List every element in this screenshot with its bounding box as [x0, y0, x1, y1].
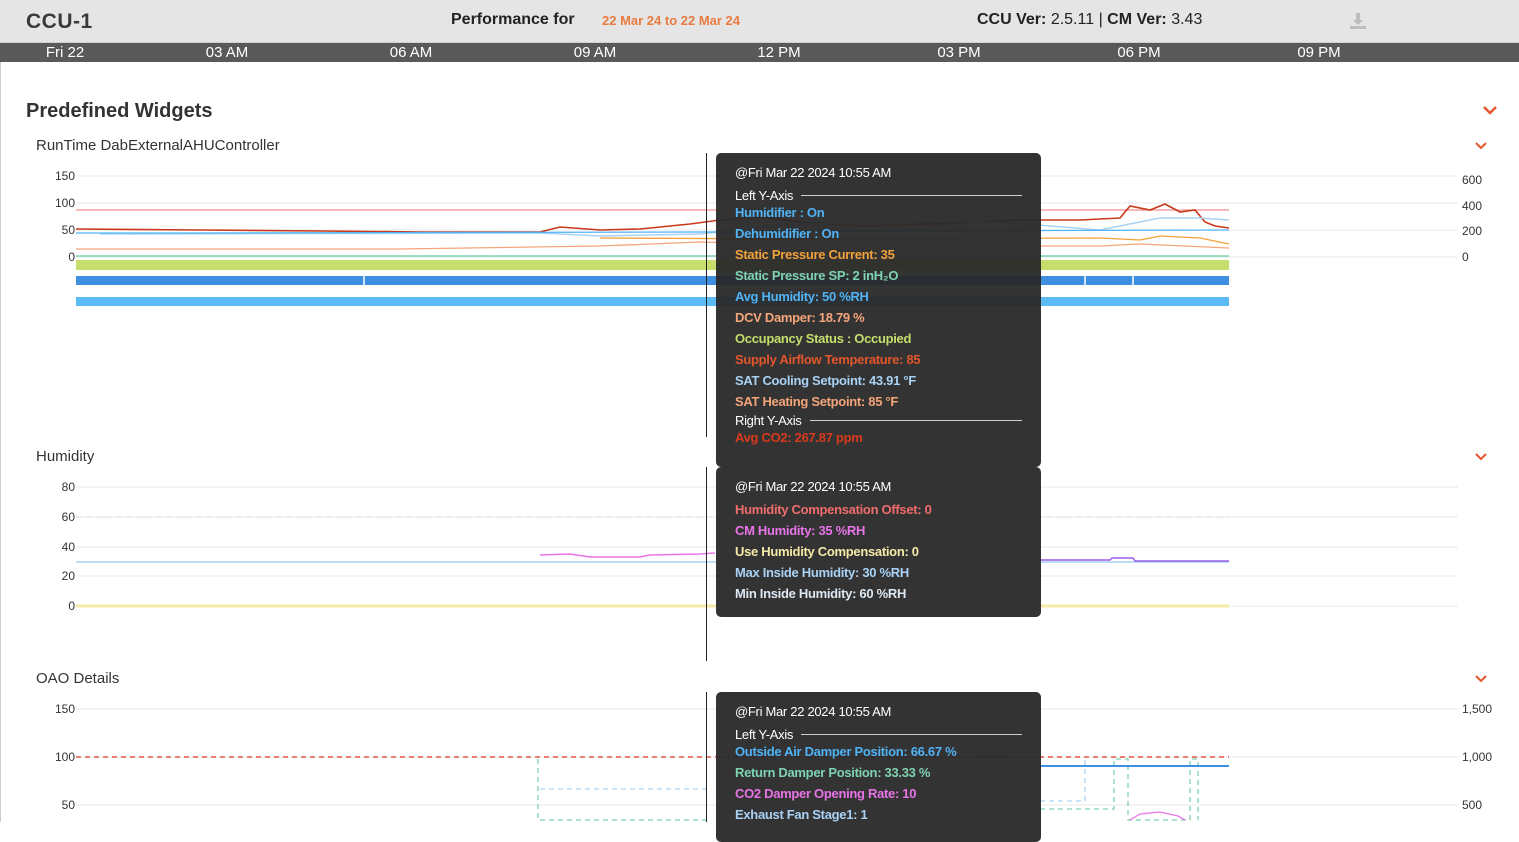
y-tick-left: 80	[62, 480, 76, 494]
y-tick-right: 0	[1462, 250, 1469, 264]
tooltip-row: Outside Air Damper Position: 66.67 %	[735, 744, 957, 759]
y-tick-right: 200	[1462, 224, 1482, 238]
section-title: Predefined Widgets	[26, 100, 213, 122]
y-tick-left: 20	[62, 569, 76, 583]
y-tick-right: 500	[1462, 798, 1482, 812]
return-damper-line-2	[1040, 758, 1199, 821]
y-tick-left: 0	[68, 599, 75, 613]
timeline-tick: 09 AM	[573, 44, 617, 61]
co2-damper-rate-line	[1129, 811, 1186, 821]
tooltip-row: DCV Damper: 18.79 %	[735, 310, 865, 325]
tooltip-row: Humidity Compensation Offset: 0	[735, 502, 932, 517]
timeline-tick: 06 PM	[1117, 44, 1161, 61]
tooltip-row: Return Damper Position: 33.33 %	[735, 765, 931, 780]
tooltip-row: Occupancy Status : Occupied	[735, 331, 912, 346]
version-info: CCU Ver: 2.5.11 | CM Ver: 3.43	[977, 11, 1202, 29]
cm-ver-value: 3.43	[1171, 11, 1203, 28]
tooltip-axis-label: Right Y-Axis	[735, 413, 802, 428]
tooltip-row: SAT Heating Setpoint: 85 °F	[735, 394, 898, 409]
cm-ver-label: CM Ver:	[1107, 11, 1167, 28]
tooltip-time: @Fri Mar 22 2024 10:55 AM	[735, 704, 891, 719]
y-tick-left: 0	[68, 250, 75, 264]
y-tick-left: 40	[62, 540, 76, 554]
timeline-tick: 09 PM	[1297, 44, 1341, 61]
tooltip-row: SAT Cooling Setpoint: 43.91 °F	[735, 373, 916, 388]
timeline-tick: 06 AM	[389, 44, 433, 61]
tooltip-row: Humidifier : On	[735, 205, 825, 220]
y-tick-right: 1,500	[1462, 702, 1492, 716]
tooltip-oao: @Fri Mar 22 2024 10:55 AM Left Y-Axis Ou…	[716, 692, 1041, 842]
tooltip-row: Min Inside Humidity: 60 %RH	[735, 586, 907, 601]
y-tick-right: 600	[1462, 173, 1482, 187]
occupancy-band	[76, 260, 1229, 270]
y-tick-left: 150	[55, 702, 75, 716]
tooltip-row: Supply Airflow Temperature: 85	[735, 352, 921, 367]
tooltip-axis-label: Left Y-Axis	[735, 188, 794, 203]
tooltip-runtime: @Fri Mar 22 2024 10:55 AM Left Y-Axis Hu…	[716, 153, 1041, 467]
download-icon[interactable]	[1348, 11, 1368, 31]
y-tick-left: 50	[62, 798, 76, 812]
tooltip-axis-header: Left Y-Axis	[735, 727, 1022, 742]
cm-humidity-line-2	[1040, 557, 1229, 562]
dcv-damper-line	[76, 241, 1230, 250]
timeline-tick: Fri 22	[45, 44, 85, 61]
y-tick-left: 60	[62, 510, 76, 524]
hover-cursor-line	[706, 153, 707, 437]
hover-cursor-line	[706, 692, 707, 822]
y-tick-right: 400	[1462, 199, 1482, 213]
tooltip-row: CM Humidity: 35 %RH	[735, 523, 866, 538]
ver-separator: |	[1098, 11, 1103, 28]
chevron-down-icon[interactable]	[1475, 674, 1487, 683]
dehumidifier-band	[76, 297, 1229, 306]
timeline-tick: 03 PM	[937, 44, 981, 61]
timeline-bar: Fri 22 03 AM 06 AM 09 AM 12 PM 03 PM 06 …	[0, 43, 1519, 62]
y-tick-left: 150	[55, 169, 75, 183]
tooltip-row: Static Pressure Current: 35	[735, 247, 895, 262]
date-range-picker[interactable]: 22 Mar 24 to 22 Mar 24	[602, 13, 740, 28]
y-tick-left: 100	[55, 196, 75, 210]
supply-airflow-temp-line	[75, 203, 1230, 233]
tooltip-row: Max Inside Humidity: 30 %RH	[735, 565, 909, 580]
timeline-tick: 12 PM	[757, 44, 801, 61]
tooltip-axis-label: Left Y-Axis	[735, 727, 794, 742]
tooltip-row: Avg Humidity: 50 %RH	[735, 289, 869, 304]
performance-label: Performance for	[451, 11, 575, 28]
y-tick-right: 1,000	[1462, 750, 1492, 764]
tooltip-row: Exhaust Fan Stage1: 1	[735, 807, 868, 822]
ccu-ver-value: 2.5.11	[1050, 11, 1095, 28]
device-title: CCU-1	[26, 10, 93, 33]
widget-title-oao: OAO Details	[36, 670, 120, 687]
chevron-down-icon[interactable]	[1475, 141, 1487, 150]
tooltip-row: Static Pressure SP: 2 inH₂O	[735, 268, 899, 283]
ccu-ver-label: CCU Ver:	[977, 11, 1047, 28]
widget-title-runtime: RunTime DabExternalAHUController	[36, 137, 280, 154]
cm-humidity-line	[539, 552, 716, 558]
tooltip-row: CO2 Damper Opening Rate: 10	[735, 786, 917, 801]
humidifier-band	[76, 276, 1229, 285]
chevron-down-icon[interactable]	[1483, 105, 1497, 115]
chevron-down-icon[interactable]	[1475, 452, 1487, 461]
hover-cursor-line	[706, 467, 707, 661]
tooltip-row: Avg CO2: 267.87 ppm	[735, 430, 863, 445]
widget-title-humidity: Humidity	[36, 448, 95, 465]
tooltip-time: @Fri Mar 22 2024 10:55 AM	[735, 165, 891, 180]
tooltip-time: @Fri Mar 22 2024 10:55 AM	[735, 479, 891, 494]
tooltip-axis-header: Left Y-Axis	[735, 188, 1022, 203]
header-bar: CCU-1 Performance for 22 Mar 24 to 22 Ma…	[0, 0, 1519, 43]
tooltip-row: Dehumidifier : On	[735, 226, 839, 241]
tooltip-axis-header: Right Y-Axis	[735, 413, 1022, 428]
timeline-tick: 03 AM	[205, 44, 249, 61]
tooltip-humidity: @Fri Mar 22 2024 10:55 AM Humidity Compe…	[716, 467, 1041, 617]
y-tick-left: 50	[62, 223, 76, 237]
tooltip-row: Use Humidity Compensation: 0	[735, 544, 919, 559]
y-tick-left: 100	[55, 750, 75, 764]
